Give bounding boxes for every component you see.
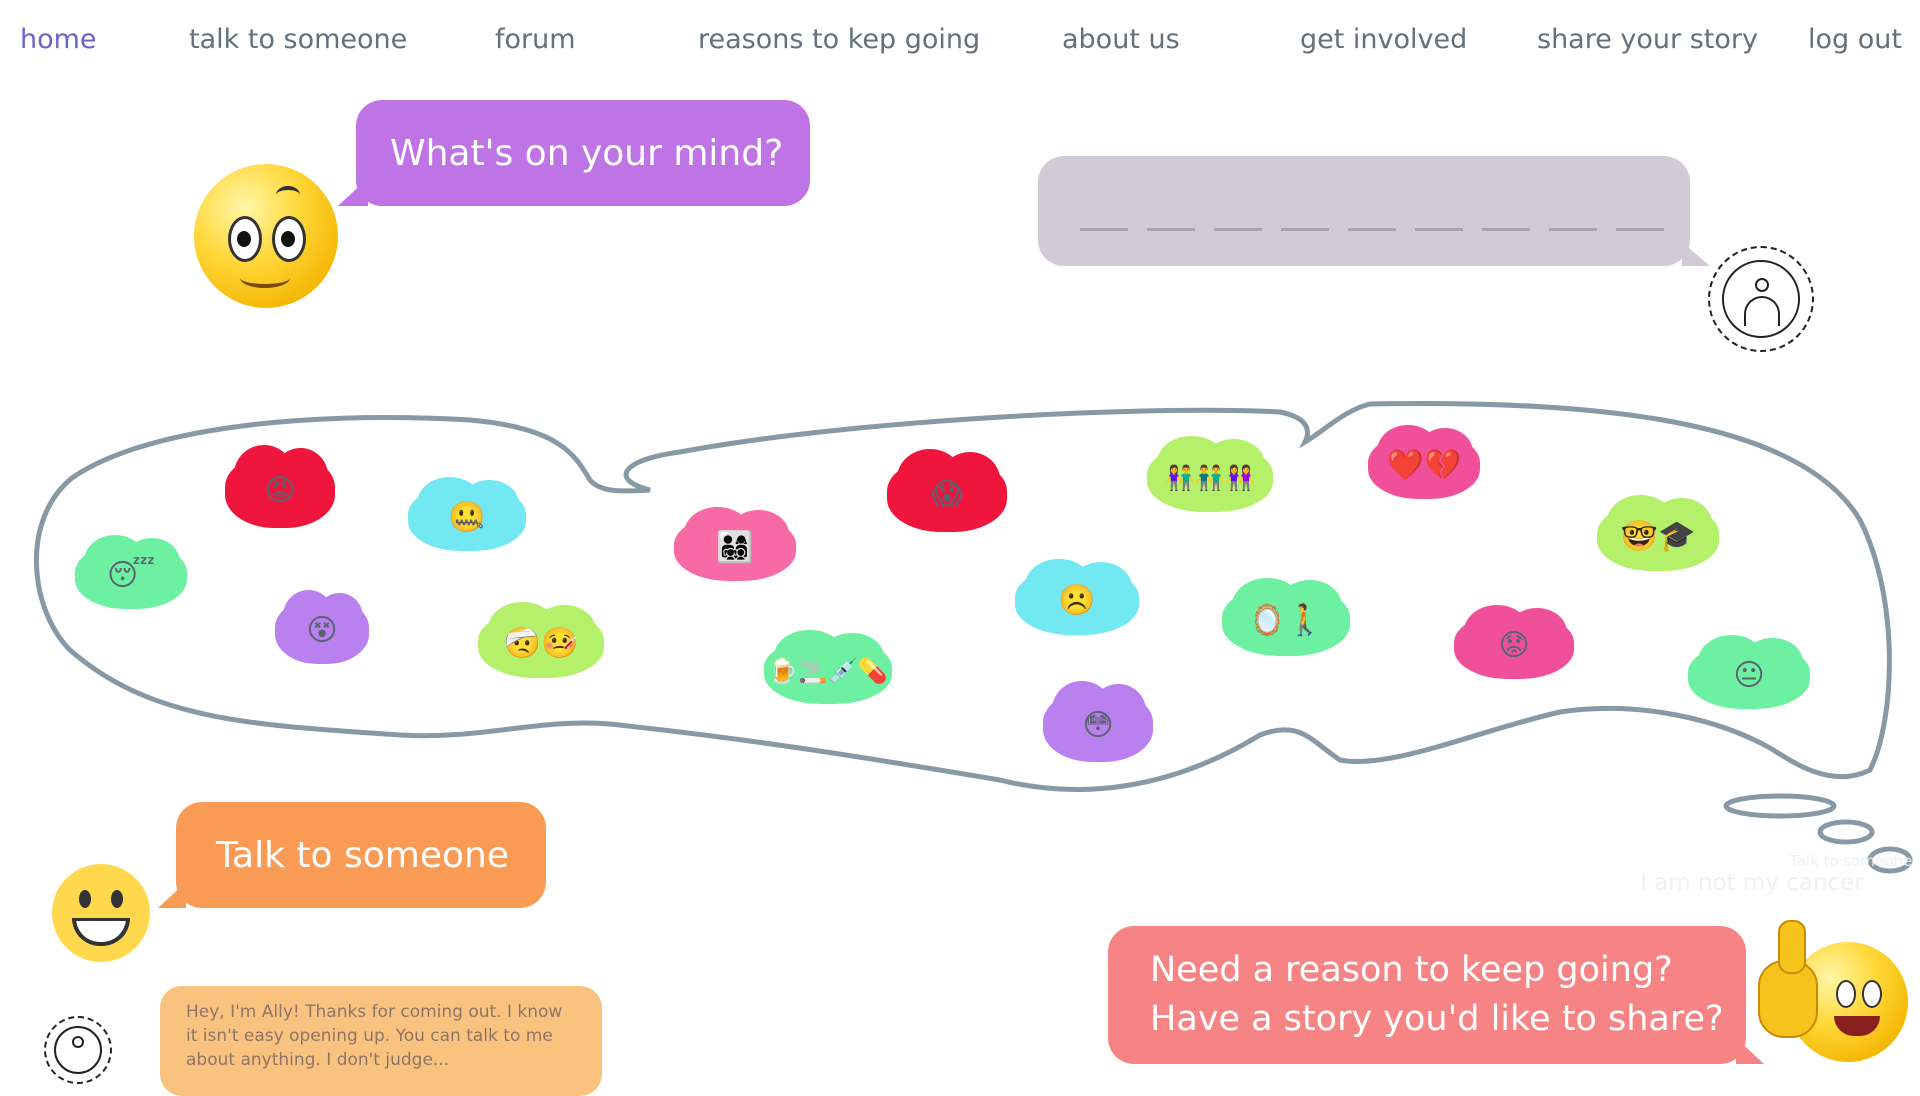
faint-talk-label: Talk to someone: [1790, 852, 1913, 870]
cloud-sleepy[interactable]: 😴: [75, 535, 187, 609]
reason-line-2: Have a story you'd like to share?: [1150, 999, 1724, 1039]
zipper-mouth-face-icon: 🤐: [448, 500, 486, 535]
mirror-silhouette-icon: 🪞🚶: [1248, 603, 1324, 638]
ally-avatar-icon: [44, 1016, 112, 1084]
cloud-family[interactable]: 👨‍👩‍👧‍👦: [674, 507, 796, 581]
substances-icon: 🍺🚬💉💊: [768, 657, 888, 685]
frowning-face-icon: ☹️: [1058, 583, 1096, 618]
cloud-zipper-mouth[interactable]: 🤐: [408, 477, 526, 551]
cloud-injured-sick[interactable]: 🤕🤒: [478, 601, 604, 678]
anxious-face-icon: 😟: [1498, 628, 1530, 663]
cloud-mirror[interactable]: 🪞🚶: [1222, 577, 1350, 656]
thumbs-up-face-icon: [1758, 920, 1908, 1070]
angry-face-icon: 😡: [264, 473, 296, 508]
cloud-screaming[interactable]: 😱: [887, 449, 1007, 532]
cloud-broken-heart[interactable]: ❤️💔: [1368, 425, 1480, 499]
ally-message-text: Hey, I'm Ally! Thanks for coming out. I …: [186, 1002, 563, 1070]
cloud-neutral[interactable]: 😐: [1688, 635, 1810, 709]
family-icon: 👨‍👩‍👧‍👦: [716, 530, 754, 565]
neutral-face-icon: 😐: [1733, 658, 1765, 693]
cloud-graduate[interactable]: 🤓🎓: [1597, 494, 1719, 571]
cloud-anxious[interactable]: 😟: [1454, 605, 1574, 679]
graduate-face-icon: 🤓🎓: [1620, 519, 1696, 554]
talk-to-someone-label: Talk to someone: [216, 834, 509, 876]
sleepy-face-icon: 😴: [106, 558, 156, 593]
cloud-dizzy[interactable]: 😵: [275, 590, 369, 664]
dizzy-face-icon: 😵: [306, 613, 338, 648]
screaming-face-icon: 😱: [931, 477, 963, 512]
faint-cancer-label: I am not my cancer: [1640, 870, 1864, 896]
talk-to-someone-button[interactable]: Talk to someone: [158, 802, 546, 908]
grinning-face-icon: [52, 864, 150, 962]
group-of-people-icon: 👫👬👭: [1165, 464, 1255, 492]
injured-sick-faces-icon: 🤕🤒: [503, 626, 579, 661]
cloud-substances[interactable]: 🍺🚬💉💊: [764, 630, 892, 704]
worried-face-icon: 😳: [1082, 708, 1114, 743]
cloud-angry[interactable]: 😡: [225, 445, 335, 528]
broken-heart-icon: ❤️💔: [1386, 448, 1462, 483]
cloud-group[interactable]: 👫👬👭: [1147, 435, 1273, 512]
reason-story-button[interactable]: Need a reason to keep going? Have a stor…: [1108, 926, 1764, 1064]
reason-line-1: Need a reason to keep going?: [1150, 950, 1673, 990]
cloud-worried[interactable]: 😳: [1043, 681, 1153, 762]
cloud-frowning[interactable]: ☹️: [1015, 558, 1139, 635]
